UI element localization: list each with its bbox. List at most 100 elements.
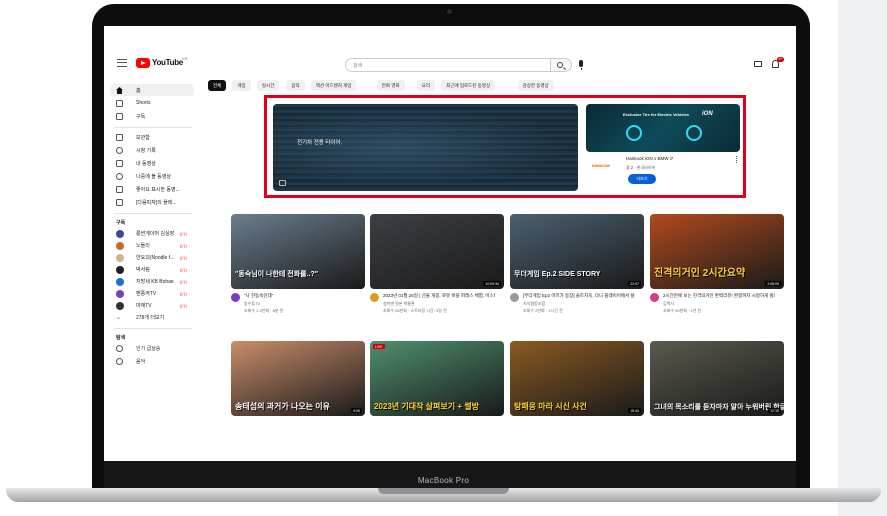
live-indicator-icon: ((·)): [180, 291, 187, 296]
video-title[interactable]: [무더게임 Ep2 마르가 등장] 솔트지옥, 다니 플레이어에서 탈출하라: [523, 293, 635, 299]
my-videos-icon: [116, 160, 123, 167]
menu-icon[interactable]: [117, 59, 127, 67]
sidebar-item[interactable]: 보관함: [116, 133, 194, 143]
channel-avatar[interactable]: [231, 293, 240, 302]
subscription-label: 밴쭝켜TV: [136, 291, 157, 297]
sidebar-item[interactable]: [다음피자]의 플레...: [116, 198, 194, 208]
ad-video-text: 전기차 전용 타이어.: [297, 140, 343, 146]
filter-chip[interactable]: 만화 영화: [376, 80, 405, 91]
channel-avatar: [116, 302, 124, 310]
search-button[interactable]: [551, 58, 572, 72]
subscription-item[interactable]: 밴쭝켜TV ((·)): [116, 289, 194, 299]
sidebar-divider: [114, 328, 192, 329]
video-thumbnail[interactable]: 진격의거인 2시간요약 2:08:09: [650, 214, 784, 289]
youtube-wordmark[interactable]: YouTube: [152, 58, 183, 67]
subscription-item[interactable]: 마재TV ((·)): [116, 301, 194, 311]
filter-chip[interactable]: 최근에 업로드된 동영상: [441, 80, 496, 91]
thumbnail-caption: 송태섭의 과거가 나오는 이유: [235, 402, 330, 411]
filter-chip[interactable]: 액션 어드벤처 게임: [310, 80, 357, 91]
video-title[interactable]: 2023년 01월 25일 | 선물 개봉, 로봇 버블 퍼레스 체험, 마스터…: [383, 293, 495, 299]
search-input[interactable]: 검색: [345, 58, 551, 72]
video-thumbnail[interactable]: 무더게임 Ep.2 SIDE STORY 22:07: [510, 214, 644, 289]
sidebar-item[interactable]: 홈: [116, 86, 194, 96]
sidebar-item[interactable]: Shorts: [116, 99, 194, 109]
sidebar-item-label: 내 동영상: [136, 161, 156, 167]
show-more-label: 278개 더보기: [136, 315, 165, 321]
filter-chip[interactable]: 게임: [232, 80, 251, 91]
ad-card-brand: iON: [702, 111, 713, 117]
sidebar-divider: [114, 213, 192, 214]
video-thumbnail[interactable]: 그녀의 목소리를 듣자마자 알아 누워버린 한글자 12:10: [650, 341, 784, 416]
thumbnail-caption: 탕패웅 마라 시신 사건: [514, 402, 587, 411]
ad-card-image[interactable]: Exclusive Tire for Electric Vehicles iON: [586, 104, 740, 152]
video-title[interactable]: "나 한동숙인데": [244, 293, 356, 299]
channel-name[interactable]: 동수튜TV: [244, 301, 356, 307]
live-indicator-icon: ((·)): [180, 255, 187, 260]
sidebar-item[interactable]: 인기 급상승: [116, 344, 194, 354]
channel-avatar[interactable]: [650, 293, 659, 302]
video-meta: 조회수 90만회 · 1년 전: [663, 308, 702, 313]
video-thumbnail[interactable]: 10:09:34: [370, 214, 504, 289]
more-options-icon[interactable]: [736, 156, 738, 163]
filter-chip[interactable]: 실시간: [256, 80, 280, 91]
channel-avatar: [116, 278, 124, 286]
screen: YouTube KR 검색 9+ 홈 Shorts 구독 보관함 시청 기록 내 동영상 나…: [104, 26, 796, 461]
channel-avatar[interactable]: [370, 293, 379, 302]
channel-avatar: [116, 290, 124, 298]
channel-avatar[interactable]: [510, 293, 519, 302]
channel-avatar: [116, 266, 124, 274]
history-icon: [116, 147, 123, 154]
sidebar-item[interactable]: 좋아요 표시한 동영...: [116, 185, 194, 195]
video-duration: 15:44: [628, 408, 641, 413]
video-meta: 조회수 1.3만회 · 8분 전: [244, 308, 284, 313]
video-thumbnail[interactable]: 송태섭의 과거가 나오는 이유 9:05: [231, 341, 365, 416]
ad-cta-button[interactable]: 더보기: [628, 174, 656, 184]
trending-icon: [116, 345, 123, 352]
filter-chip[interactable]: 감상한 동영상: [517, 80, 554, 91]
liked-icon: [116, 186, 123, 193]
show-more-button[interactable]: ⌄ 278개 더보기: [116, 313, 194, 323]
subscription-label: 얀요괴(Noodle f...: [136, 255, 175, 261]
video-title[interactable]: 2시간만에 보는 진격의거인 완벽리뷰! 완결까지 시청하게 될리까 [진격의거…: [663, 293, 775, 299]
filter-chip[interactable]: 전체: [208, 80, 227, 91]
subscription-item[interactable]: 얀요괴(Noodle f... ((·)): [116, 253, 194, 263]
subscription-item[interactable]: 노돌리 ((·)): [116, 241, 194, 251]
subscription-item[interactable]: 롱썬게이머 김실장 ((·)): [116, 229, 194, 239]
wheel-icon: [626, 125, 642, 141]
sidebar-item[interactable]: 음악: [116, 357, 194, 367]
channel-name[interactable]: 지식협동조합: [523, 301, 635, 307]
playlist-icon: [116, 199, 123, 206]
video-thumbnail[interactable]: 탕패웅 마라 시신 사건 15:44: [510, 341, 644, 416]
subscription-label: 노돌리: [136, 243, 150, 249]
subscription-item[interactable]: 박서림 ((·)): [116, 265, 194, 275]
sidebar-item[interactable]: 나중에 볼 동영상: [116, 172, 194, 182]
ad-video-player[interactable]: 전기차 전용 타이어.: [273, 104, 578, 191]
channel-avatar: [116, 254, 124, 262]
video-duration: 10:09:34: [483, 281, 501, 286]
filter-chip[interactable]: 요리: [416, 80, 436, 91]
thumbnail-caption: 그녀의 목소리를 듣자마자 알아 누워버린 한글자: [654, 404, 784, 411]
sidebar-item[interactable]: 내 동영상: [116, 159, 194, 169]
ad-card-caption: Exclusive Tire for Electric Vehicles: [623, 112, 689, 117]
video-duration: 9:05: [351, 408, 362, 413]
live-badge: LIVE: [373, 344, 385, 349]
subscription-label: 마재TV: [136, 303, 152, 309]
channel-name[interactable]: 침착맨 원본 박물관: [383, 301, 495, 307]
video-thumbnail[interactable]: "동숙님이 나한테 전화를..?": [231, 214, 365, 289]
ad-title[interactable]: Hankook iON x BMW i7: [626, 156, 673, 161]
microphone-icon[interactable]: [579, 60, 583, 70]
channel-name[interactable]: 김백사: [663, 301, 775, 307]
sidebar-divider: [114, 127, 192, 128]
subscription-item[interactable]: 지방세 KB Bohae ((·)): [116, 277, 194, 287]
video-meta: 조회수 2만회 · 1시간 전: [523, 308, 563, 313]
subscriptions-heading: 구독: [116, 220, 126, 226]
sidebar-item[interactable]: 시청 기록: [116, 146, 194, 156]
ad-info-icon[interactable]: [279, 180, 286, 186]
search-icon: [557, 62, 563, 68]
filter-chip[interactable]: 음악: [286, 80, 305, 91]
youtube-logo-icon[interactable]: [136, 58, 150, 68]
create-icon[interactable]: [754, 61, 762, 67]
video-thumbnail[interactable]: 2023년 기대작 살펴보기 + 썰방 LIVE: [370, 341, 504, 416]
subscription-label: 박서림: [136, 267, 150, 273]
sidebar-item[interactable]: 구독: [116, 112, 194, 122]
